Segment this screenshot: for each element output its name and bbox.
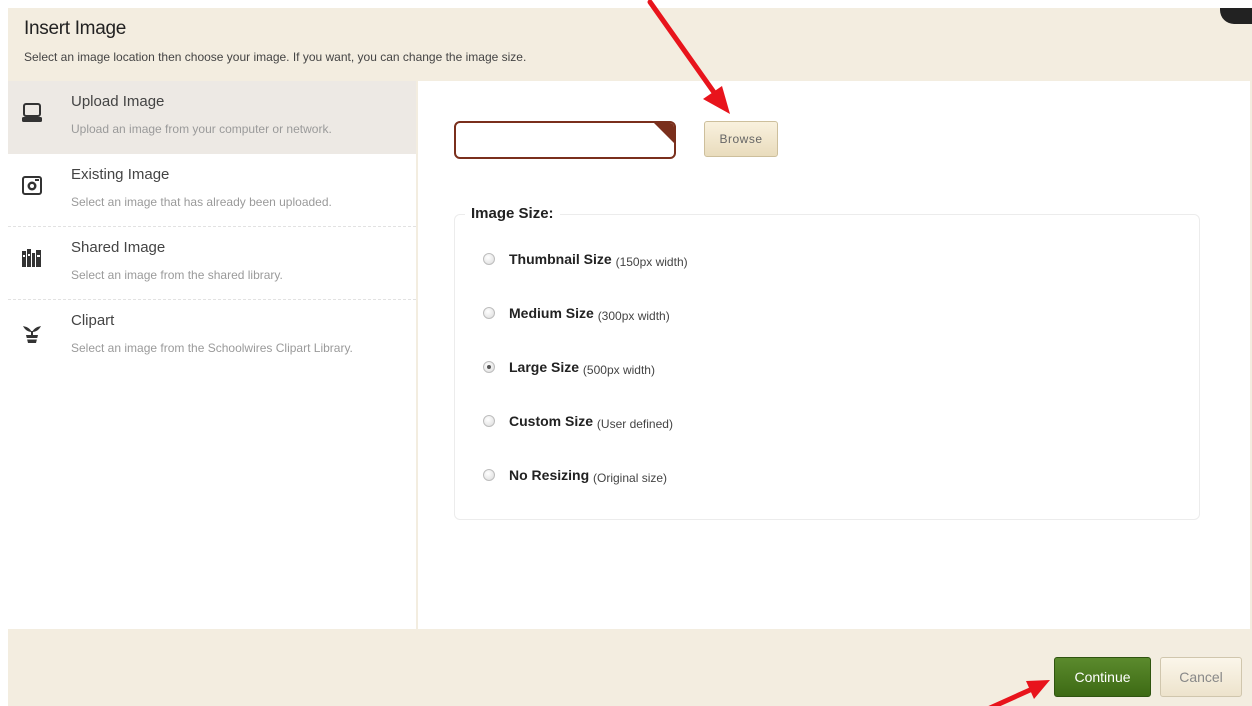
- continue-button[interactable]: Continue: [1054, 657, 1151, 697]
- radio-button[interactable]: [483, 469, 495, 481]
- upload-panel: Browse Image Size: Thumbnail Size (150px…: [418, 81, 1250, 629]
- radio-hint: (Original size): [593, 471, 668, 485]
- radio-button-checked[interactable]: [483, 361, 495, 373]
- sidebar-item-upload-image[interactable]: Upload Image Upload an image from your c…: [8, 81, 416, 154]
- radio-label: Large Size: [509, 359, 580, 375]
- radio-button[interactable]: [483, 307, 495, 319]
- sidebar-item-shared-image[interactable]: Shared Image Select an image from the sh…: [8, 227, 416, 300]
- image-source-sidebar: Upload Image Upload an image from your c…: [8, 81, 416, 629]
- plant-icon: [22, 320, 42, 344]
- radio-label: No Resizing: [509, 467, 590, 483]
- radio-button[interactable]: [483, 415, 495, 427]
- dialog-subtitle: Select an image location then choose you…: [24, 50, 527, 64]
- radio-label: Custom Size: [509, 413, 594, 429]
- sidebar-item-description: Select an image from the shared library.: [71, 268, 283, 282]
- dialog-close-handle[interactable]: [1220, 8, 1252, 24]
- radio-hint: (150px width): [615, 255, 688, 269]
- laptop-icon: [22, 101, 42, 125]
- insert-image-dialog: Insert Image Select an image location th…: [8, 8, 1252, 706]
- sidebar-item-label: Clipart: [71, 312, 115, 329]
- radio-hint: (User defined): [596, 417, 673, 431]
- cancel-button[interactable]: Cancel: [1160, 657, 1242, 697]
- radio-hint: (500px width): [582, 363, 655, 377]
- sidebar-item-label: Shared Image: [71, 239, 166, 256]
- sidebar-item-clipart[interactable]: Clipart Select an image from the Schoolw…: [8, 300, 416, 373]
- sidebar-item-description: Upload an image from your computer or ne…: [71, 122, 332, 136]
- radio-label: Thumbnail Size: [509, 251, 612, 267]
- radio-button[interactable]: [483, 253, 495, 265]
- browse-button[interactable]: Browse: [704, 121, 778, 157]
- sidebar-item-description: Select an image that has already been up…: [71, 195, 332, 209]
- camera-icon: [22, 174, 42, 198]
- radio-label: Medium Size: [509, 305, 594, 321]
- sidebar-item-description: Select an image from the Schoolwires Cli…: [71, 341, 353, 355]
- library-icon: [22, 247, 42, 271]
- dialog-title: Insert Image: [24, 18, 127, 39]
- file-path-input[interactable]: [454, 121, 676, 159]
- sidebar-item-label: Existing Image: [71, 166, 170, 183]
- radio-hint: (300px width): [597, 309, 670, 323]
- image-size-group: Image Size: Thumbnail Size (150px width)…: [454, 205, 1200, 520]
- sidebar-item-existing-image[interactable]: Existing Image Select an image that has …: [8, 154, 416, 227]
- sidebar-item-label: Upload Image: [71, 93, 165, 110]
- file-input-corner-marker: [653, 123, 674, 144]
- image-size-legend: Image Size:: [465, 205, 560, 222]
